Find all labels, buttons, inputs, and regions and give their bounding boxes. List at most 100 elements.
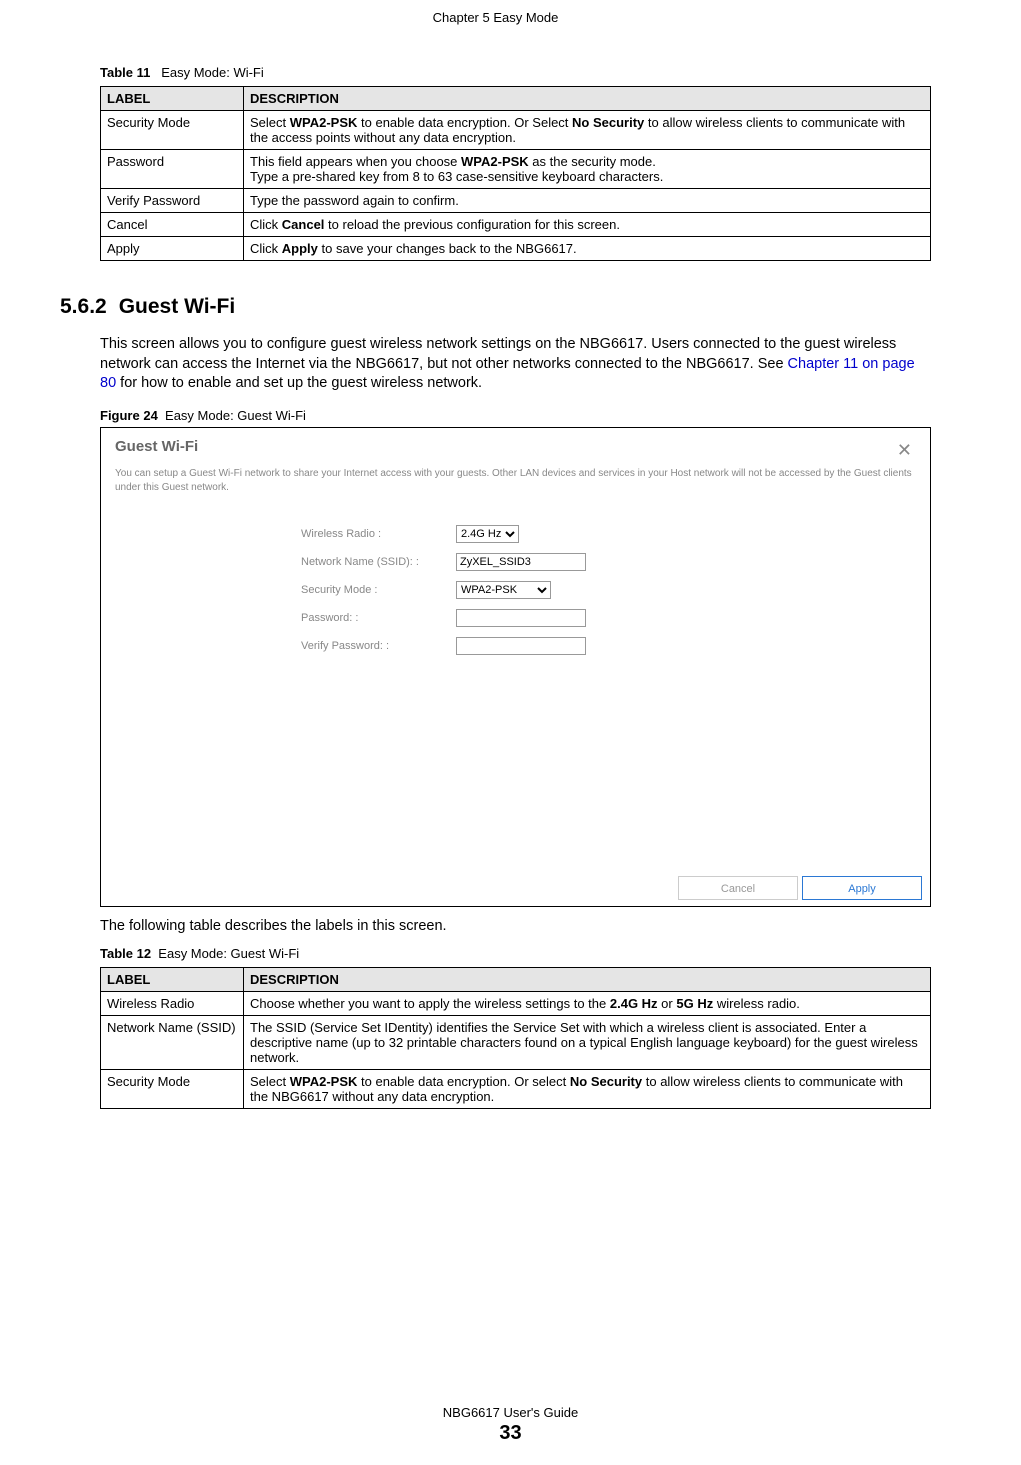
- bold-text: WPA2-PSK: [461, 154, 529, 169]
- table12-caption-prefix: Table 12: [100, 946, 151, 961]
- ssid-label: Network Name (SSID): :: [301, 556, 456, 568]
- figure-caption-text: Easy Mode: Guest Wi-Fi: [165, 408, 306, 423]
- table-row: Security Mode Select WPA2-PSK to enable …: [101, 111, 931, 150]
- text: Select: [250, 1074, 290, 1089]
- text: or: [658, 996, 677, 1011]
- bold-text: 2.4G Hz: [610, 996, 658, 1011]
- page-footer: NBG6617 User's Guide 33: [0, 1405, 1021, 1445]
- wireless-radio-select[interactable]: 2.4G Hz: [456, 525, 519, 543]
- form-row-wireless-radio: Wireless Radio : 2.4G Hz: [301, 525, 930, 543]
- table-row: Wireless Radio Choose whether you want t…: [101, 992, 931, 1016]
- text: to enable data encryption. Or Select: [357, 115, 572, 130]
- table-row: Verify Password Type the password again …: [101, 189, 931, 213]
- cell-label: Password: [101, 150, 244, 189]
- section-heading: 5.6.2Guest Wi-Fi: [60, 295, 931, 319]
- table12-caption: Table 12 Easy Mode: Guest Wi-Fi: [100, 946, 931, 961]
- text: Select: [250, 115, 290, 130]
- text: Type a pre-shared key from 8 to 63 case-…: [250, 169, 663, 184]
- cell-label: Network Name (SSID): [101, 1016, 244, 1070]
- cell-desc: Click Apply to save your changes back to…: [244, 237, 931, 261]
- footer-guide-title: NBG6617 User's Guide: [443, 1405, 578, 1420]
- text: wireless radio.: [713, 996, 800, 1011]
- th-label: LABEL: [101, 968, 244, 992]
- page: Chapter 5 Easy Mode Table 11 Easy Mode: …: [0, 0, 1021, 1465]
- text: to save your changes back to the NBG6617…: [318, 241, 577, 256]
- table11-block: Table 11 Easy Mode: Wi-Fi LABEL DESCRIPT…: [100, 65, 931, 261]
- bold-text: WPA2-PSK: [290, 115, 358, 130]
- figure-screenshot: Guest Wi-Fi ✕ You can setup a Guest Wi-F…: [100, 427, 931, 907]
- table11-caption: Table 11 Easy Mode: Wi-Fi: [100, 65, 931, 80]
- bold-text: No Security: [570, 1074, 642, 1089]
- close-icon[interactable]: ✕: [897, 440, 912, 461]
- figure-caption-prefix: Figure 24: [100, 408, 158, 423]
- cell-desc: Select WPA2-PSK to enable data encryptio…: [244, 111, 931, 150]
- cell-desc: Type the password again to confirm.: [244, 189, 931, 213]
- post-figure-paragraph: The following table describes the labels…: [100, 917, 931, 937]
- text: as the security mode.: [529, 154, 656, 169]
- cell-desc: The SSID (Service Set IDentity) identifi…: [244, 1016, 931, 1070]
- cell-desc: Select WPA2-PSK to enable data encryptio…: [244, 1070, 931, 1109]
- apply-button[interactable]: Apply: [802, 876, 922, 900]
- figure-caption: Figure 24 Easy Mode: Guest Wi-Fi: [100, 408, 931, 423]
- ssid-input[interactable]: [456, 553, 586, 571]
- text: This screen allows you to configure gues…: [100, 336, 896, 372]
- text: for how to enable and set up the guest w…: [116, 375, 482, 391]
- running-header: Chapter 5 Easy Mode: [60, 10, 931, 25]
- panel-button-bar: Cancel Apply: [678, 876, 922, 900]
- security-mode-label: Security Mode :: [301, 584, 456, 596]
- table-row: Cancel Click Cancel to reload the previo…: [101, 213, 931, 237]
- table11: LABEL DESCRIPTION Security Mode Select W…: [100, 86, 931, 261]
- cell-desc: This field appears when you choose WPA2-…: [244, 150, 931, 189]
- table-row: Apply Click Apply to save your changes b…: [101, 237, 931, 261]
- table11-caption-text: Easy Mode: Wi-Fi: [161, 65, 264, 80]
- bold-text: 5G Hz: [676, 996, 713, 1011]
- guest-wifi-form: Wireless Radio : 2.4G Hz Network Name (S…: [301, 525, 930, 655]
- text: Click: [250, 241, 282, 256]
- password-label: Password: :: [301, 612, 456, 624]
- cell-desc: Click Cancel to reload the previous conf…: [244, 213, 931, 237]
- section-body: This screen allows you to configure gues…: [100, 335, 931, 1109]
- bold-text: WPA2-PSK: [290, 1074, 358, 1089]
- table-header-row: LABEL DESCRIPTION: [101, 87, 931, 111]
- text: to reload the previous configuration for…: [324, 217, 620, 232]
- panel-description: You can setup a Guest Wi-Fi network to s…: [101, 457, 930, 495]
- text: to enable data encryption. Or select: [357, 1074, 569, 1089]
- panel-title: Guest Wi-Fi: [101, 428, 930, 457]
- cell-label: Security Mode: [101, 1070, 244, 1109]
- form-row-ssid: Network Name (SSID): :: [301, 553, 930, 571]
- table11-caption-prefix: Table 11: [100, 65, 150, 80]
- page-number: 33: [0, 1422, 1021, 1445]
- cell-desc: Choose whether you want to apply the wir…: [244, 992, 931, 1016]
- password-input[interactable]: [456, 609, 586, 627]
- text: Choose whether you want to apply the wir…: [250, 996, 610, 1011]
- form-row-verify-password: Verify Password: :: [301, 637, 930, 655]
- table-row: Network Name (SSID) The SSID (Service Se…: [101, 1016, 931, 1070]
- text: Click: [250, 217, 282, 232]
- section-paragraph: This screen allows you to configure gues…: [100, 335, 931, 394]
- cell-label: Apply: [101, 237, 244, 261]
- text: This field appears when you choose: [250, 154, 461, 169]
- th-label: LABEL: [101, 87, 244, 111]
- table-row: Security Mode Select WPA2-PSK to enable …: [101, 1070, 931, 1109]
- bold-text: No Security: [572, 115, 644, 130]
- bold-text: Apply: [282, 241, 318, 256]
- section-title: Guest Wi-Fi: [119, 295, 235, 318]
- verify-password-input[interactable]: [456, 637, 586, 655]
- security-mode-select[interactable]: WPA2-PSK: [456, 581, 551, 599]
- verify-password-label: Verify Password: :: [301, 640, 456, 652]
- cell-label: Verify Password: [101, 189, 244, 213]
- table12: LABEL DESCRIPTION Wireless Radio Choose …: [100, 967, 931, 1109]
- cell-label: Wireless Radio: [101, 992, 244, 1016]
- cell-label: Cancel: [101, 213, 244, 237]
- th-desc: DESCRIPTION: [244, 968, 931, 992]
- wireless-radio-label: Wireless Radio :: [301, 528, 456, 540]
- table-row: Password This field appears when you cho…: [101, 150, 931, 189]
- form-row-password: Password: :: [301, 609, 930, 627]
- cancel-button[interactable]: Cancel: [678, 876, 798, 900]
- th-desc: DESCRIPTION: [244, 87, 931, 111]
- bold-text: Cancel: [282, 217, 325, 232]
- cell-label: Security Mode: [101, 111, 244, 150]
- table-header-row: LABEL DESCRIPTION: [101, 968, 931, 992]
- table12-caption-text: Easy Mode: Guest Wi-Fi: [158, 946, 299, 961]
- form-row-security-mode: Security Mode : WPA2-PSK: [301, 581, 930, 599]
